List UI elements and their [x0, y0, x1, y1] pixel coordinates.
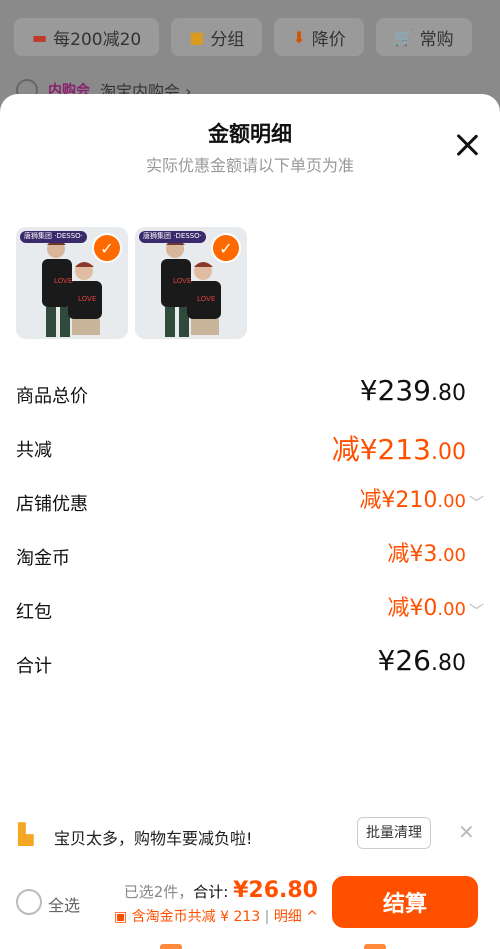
- row-value: 减¥3.00: [387, 542, 466, 567]
- svg-text:LOVE: LOVE: [197, 295, 215, 303]
- select-all-radio[interactable]: [16, 889, 42, 915]
- checkout-button[interactable]: 结算: [332, 876, 478, 928]
- total-value: ¥26.80: [233, 878, 318, 903]
- row-value: ¥26.80: [377, 644, 466, 677]
- tab-peek: [0, 944, 500, 949]
- select-all-label[interactable]: 全选: [48, 892, 80, 916]
- total-summary: 已选2件，合计: ¥26.80: [124, 878, 318, 903]
- product-thumbnail[interactable]: LOVE LOVE 唐狮集团 ·DESSO· ✓: [135, 227, 247, 339]
- filter-chip-discount[interactable]: ▬ 每200减20: [14, 18, 160, 56]
- row-red-packet[interactable]: 红包 减¥0.00 ﹀: [0, 590, 500, 630]
- tag-icon: ▬: [32, 27, 48, 47]
- row-label: 共减: [16, 440, 52, 461]
- checkmark-icon[interactable]: ✓: [92, 233, 122, 263]
- row-taojinbi: 淘金币 减¥3.00: [0, 536, 500, 576]
- close-icon[interactable]: ✕: [458, 820, 475, 844]
- deduction-text: 含淘金币共减 ¥ 213: [131, 909, 261, 925]
- shopping-bag-icon: ▙: [18, 822, 34, 846]
- row-value: ¥239.80: [359, 374, 466, 407]
- row-label: 红包: [16, 602, 52, 623]
- row-label: 淘金币: [16, 548, 70, 569]
- cart-notice: ▙ 宝贝太多，购物车要减负啦! 批量清理 ✕: [0, 812, 500, 858]
- coin-icon: ▣: [113, 909, 132, 925]
- batch-clear-button[interactable]: 批量清理: [357, 817, 431, 849]
- folder-icon: ■: [189, 27, 205, 47]
- chevron-down-icon[interactable]: ﹀: [469, 600, 484, 621]
- deduction-line: ▣ 含淘金币共减 ¥ 213 | 明细 ^: [113, 909, 318, 925]
- sheet-subtitle: 实际优惠金额请以下单页为准: [145, 156, 354, 175]
- filter-chip-label: 每200减20: [53, 29, 142, 50]
- product-thumbnails: LOVE LOVE 唐狮集团 ·DESSO· ✓ LOVE LOVE 唐狮集团 …: [16, 227, 247, 339]
- arrow-down-icon: ⬇: [292, 27, 306, 47]
- checkout-bar: 全选 已选2件，合计: ¥26.80 ▣ 含淘金币共减 ¥ 213 | 明细 ^…: [0, 858, 500, 949]
- checkmark-icon[interactable]: ✓: [211, 233, 241, 263]
- svg-text:LOVE: LOVE: [54, 277, 72, 285]
- brand-badge: 唐狮集团 ·DESSO·: [20, 231, 87, 243]
- selected-count: 已选2件，: [123, 883, 194, 901]
- close-icon[interactable]: [454, 132, 480, 158]
- row-store-discount[interactable]: 店铺优惠 减¥210.00 ﹀: [0, 482, 500, 522]
- row-grand-total: 合计 ¥26.80: [0, 644, 500, 684]
- row-label: 合计: [16, 656, 52, 677]
- row-value: 减¥0.00: [387, 596, 466, 621]
- cart-icon: 🛒: [393, 27, 414, 47]
- row-value: 减¥213.00: [331, 433, 466, 466]
- notice-text: 宝贝太多，购物车要减负啦!: [54, 829, 253, 848]
- filter-row: ▬ 每200减20 ■ 分组 ⬇ 降价 🛒 常购: [14, 18, 472, 56]
- product-thumbnail[interactable]: LOVE LOVE 唐狮集团 ·DESSO· ✓: [16, 227, 128, 339]
- filter-chip-label: 分组: [210, 29, 245, 50]
- row-total-discount: 共减 减¥213.00: [0, 428, 500, 468]
- row-total-price: 商品总价 ¥239.80: [0, 374, 500, 414]
- row-label: 店铺优惠: [16, 494, 88, 515]
- filter-chip-frequent[interactable]: 🛒 常购: [375, 18, 472, 56]
- filter-chip-label: 降价: [311, 29, 346, 50]
- svg-text:LOVE: LOVE: [173, 277, 191, 285]
- svg-text:LOVE: LOVE: [78, 295, 96, 303]
- chevron-down-icon[interactable]: ﹀: [469, 492, 484, 513]
- row-value: 减¥210.00: [359, 488, 466, 513]
- sheet-title: 金额明细: [208, 122, 292, 146]
- total-label: 合计:: [193, 883, 229, 901]
- filter-chip-price-drop[interactable]: ⬇ 降价: [274, 18, 364, 56]
- row-label: 商品总价: [16, 386, 88, 407]
- filter-chip-label: 常购: [419, 29, 454, 50]
- filter-chip-group[interactable]: ■ 分组: [171, 18, 263, 56]
- detail-link[interactable]: 明细 ^: [274, 909, 318, 925]
- brand-badge: 唐狮集团 ·DESSO·: [139, 231, 206, 243]
